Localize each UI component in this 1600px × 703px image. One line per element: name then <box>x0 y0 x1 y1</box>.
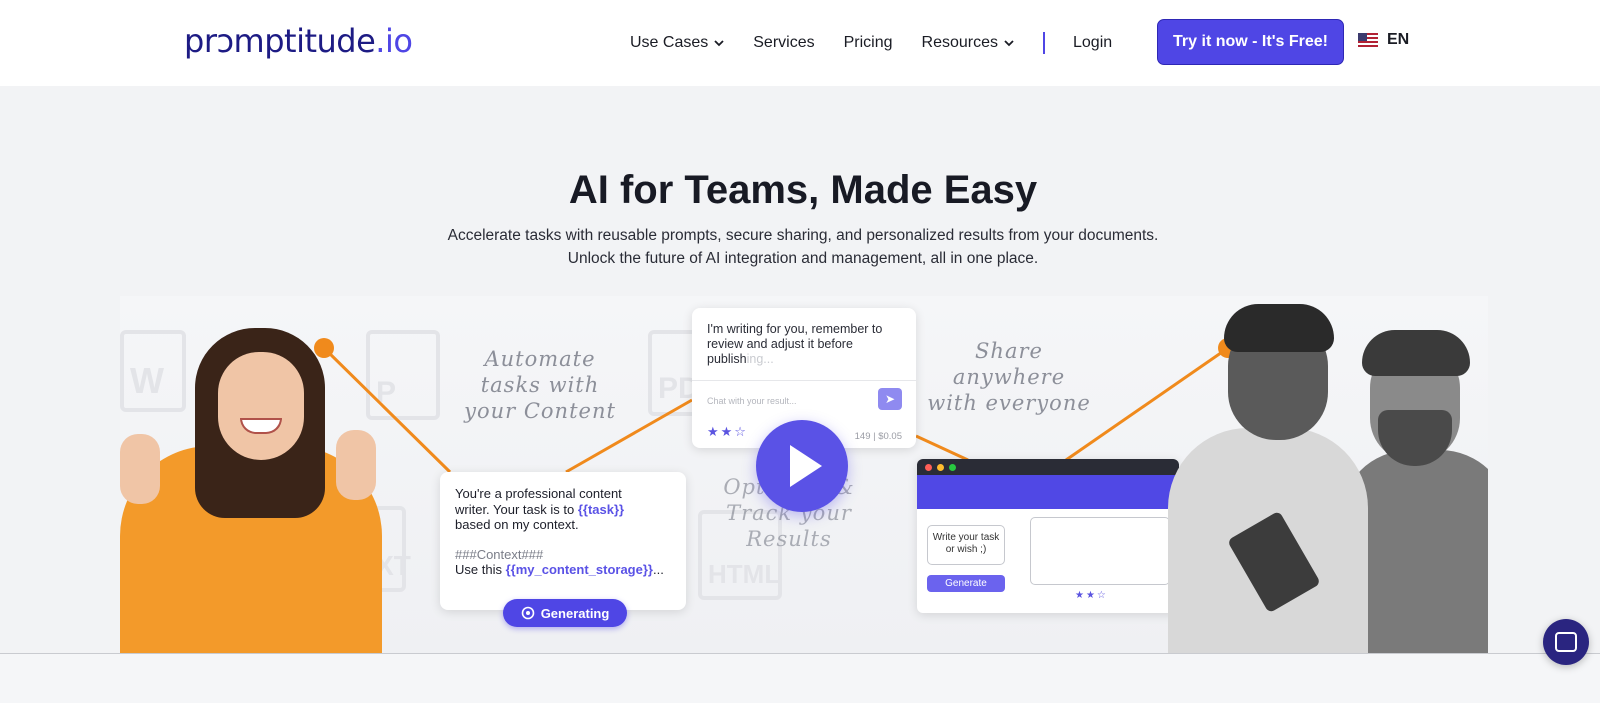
language-selector[interactable]: EN <box>1358 31 1409 49</box>
top-navbar: prɔmptitude.io Use Cases Services Pricin… <box>0 0 1600 86</box>
nav-divider <box>1043 32 1045 54</box>
man2-hair <box>1362 330 1470 376</box>
man1-hair <box>1224 304 1334 352</box>
language-label: EN <box>1387 31 1410 48</box>
maximize-dot-icon <box>949 464 956 471</box>
script-automate: Automate tasks with your Content <box>464 347 616 423</box>
openai-icon <box>521 606 534 620</box>
nav-item-label: Services <box>753 34 815 51</box>
hero-subtitle-line1: Accelerate tasks with reusable prompts, … <box>447 227 1159 244</box>
prompt-line: writer. Your task is to <box>455 501 578 517</box>
chat-message: I'm writing for you, remember to review … <box>707 322 883 366</box>
token-cost-meta: 149 | $0.05 <box>854 431 902 442</box>
logo-suffix: .io <box>375 22 413 60</box>
script-share: Share anywhere with everyone <box>927 339 1091 415</box>
nav-item-services[interactable]: Services <box>753 34 814 52</box>
generating-label: Generating <box>540 605 610 621</box>
prompt-line: You're a professional content <box>455 486 622 501</box>
woman-right-hand <box>336 430 376 500</box>
nav-item-use-cases[interactable]: Use Cases <box>630 34 724 52</box>
nav-item-resources[interactable]: Resources <box>922 34 1014 52</box>
chevron-down-icon <box>1004 40 1014 47</box>
rating-stars: ★★☆ <box>707 424 748 439</box>
prompt-variable-task: {{task}} <box>577 501 625 517</box>
prompt-line: based on my context. <box>455 517 579 532</box>
woman-face <box>218 352 304 460</box>
logo-text: prɔmptitude <box>184 22 376 60</box>
minimize-dot-icon <box>937 464 944 471</box>
nav-item-label: Pricing <box>843 34 893 51</box>
hero-title: AI for Teams, Made Easy <box>568 168 1038 212</box>
play-video-button[interactable] <box>756 420 848 512</box>
hero-subtitle-line2: Unlock the future of AI integration and … <box>567 250 1039 267</box>
nav-item-label: Resources <box>921 34 998 51</box>
login-link[interactable]: Login <box>1073 34 1112 52</box>
chat-widget-button[interactable] <box>1543 619 1589 665</box>
next-section <box>0 654 1600 703</box>
wish-input: Write your task or wish ;) <box>927 525 1005 565</box>
close-dot-icon <box>925 464 932 471</box>
nav-item-pricing[interactable]: Pricing <box>844 34 893 52</box>
hero-illustration: W P PDF TXT HTML Automate tasks with your … <box>120 296 1488 653</box>
prompt-line: Use this <box>455 562 506 577</box>
prompt-variable-storage: {{my_content_storage}} <box>505 562 653 577</box>
prompt-ellipsis: ... <box>652 562 664 577</box>
app-rating-stars: ★★☆ <box>1075 590 1108 601</box>
generating-button: Generating <box>503 599 627 627</box>
generate-button: Generate <box>927 575 1005 592</box>
send-icon: ➤ <box>878 388 902 410</box>
chat-message-typing: ing... <box>746 352 774 366</box>
logo[interactable]: prɔmptitude.io <box>184 22 413 60</box>
woman-left-hand <box>120 434 160 504</box>
chat-divider <box>692 380 916 381</box>
try-free-button[interactable]: Try it now - It's Free! <box>1157 19 1344 65</box>
prompt-card: You're a professional content writer. Yo… <box>440 472 686 610</box>
chat-input-placeholder: Chat with your result... <box>707 396 797 406</box>
chevron-down-icon <box>714 40 724 47</box>
men-photo <box>1130 300 1488 653</box>
nav-item-label: Use Cases <box>630 34 709 51</box>
nav-links: Use Cases Services Pricing Resources Log… <box>630 0 1141 86</box>
us-flag-icon <box>1358 33 1378 47</box>
prompt-context-label: ###Context### <box>455 546 544 562</box>
login-label: Login <box>1073 34 1113 51</box>
